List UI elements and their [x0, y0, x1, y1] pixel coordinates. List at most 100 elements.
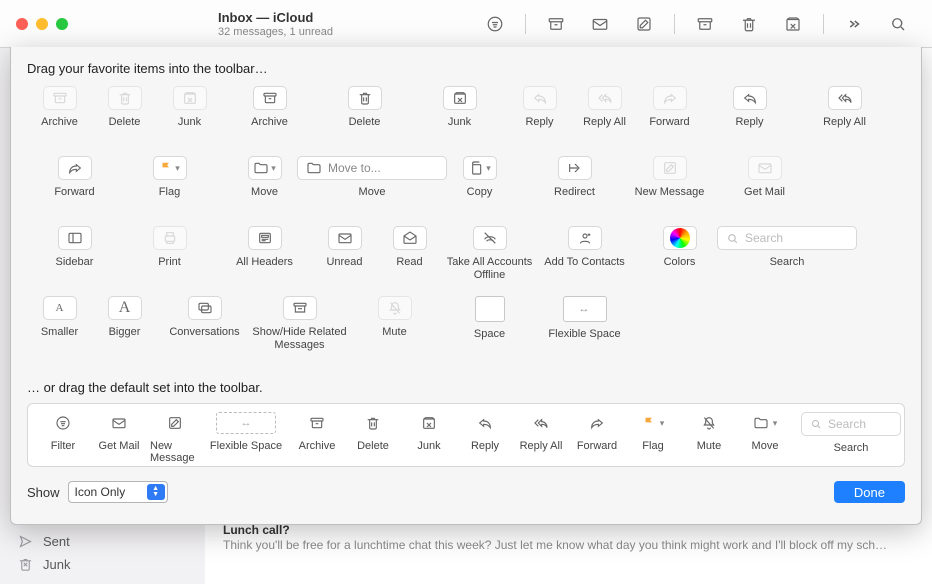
- toolbar-item-reply-all[interactable]: Reply All: [797, 86, 892, 129]
- close-button[interactable]: [16, 18, 28, 30]
- toolbar-item-read[interactable]: Read: [377, 226, 442, 269]
- item-label: Delete: [349, 116, 381, 129]
- toolbar-item-reply[interactable]: Reply: [702, 86, 797, 129]
- archive-icon[interactable]: [536, 12, 576, 36]
- sidebar-item-junk[interactable]: Junk: [0, 553, 205, 576]
- toolbar-item-smaller[interactable]: ASmaller: [27, 296, 92, 339]
- item-label: Reply All: [520, 440, 563, 452]
- show-label: Show: [27, 485, 60, 500]
- toolbar-item-archive[interactable]: Archive: [27, 86, 92, 129]
- default-item-reply-all[interactable]: Reply All: [516, 412, 566, 452]
- toolbar-item-all-headers[interactable]: All Headers: [217, 226, 312, 269]
- toolbar-item-sidebar[interactable]: Sidebar: [27, 226, 122, 269]
- mail-icon[interactable]: [580, 12, 620, 36]
- default-item-new-message[interactable]: New Message: [150, 412, 200, 464]
- junk-icon[interactable]: [773, 12, 813, 36]
- filter-icon[interactable]: [475, 12, 515, 36]
- toolbar-item-reply[interactable]: Reply: [507, 86, 572, 129]
- window-title: Inbox — iCloud: [218, 10, 313, 25]
- item-label: Search: [834, 442, 869, 454]
- toolbar-item-forward[interactable]: Forward: [27, 156, 122, 199]
- item-label: Flag: [159, 186, 180, 199]
- toolbar-item-junk[interactable]: Junk: [412, 86, 507, 129]
- item-label: Colors: [664, 256, 696, 269]
- toolbar-item-delete[interactable]: Delete: [92, 86, 157, 129]
- item-label: Forward: [54, 186, 94, 199]
- item-label: Reply: [525, 116, 553, 129]
- search-field[interactable]: Search: [717, 226, 857, 250]
- item-label: Space: [474, 328, 505, 341]
- item-label: Archive: [41, 116, 78, 129]
- item-label: Read: [396, 256, 422, 269]
- default-item-delete[interactable]: Delete: [348, 412, 398, 452]
- show-mode-select[interactable]: Icon Only ▲▼: [68, 481, 168, 503]
- item-label: Flag: [642, 440, 663, 452]
- minimize-button[interactable]: [36, 18, 48, 30]
- toolbar-item-move[interactable]: Move to...Move: [312, 156, 432, 199]
- toolbar-item-add-to-contacts[interactable]: Add To Contacts: [537, 226, 632, 269]
- default-item-forward[interactable]: Forward: [572, 412, 622, 452]
- toolbar-item-junk[interactable]: Junk: [157, 86, 222, 129]
- chevron-updown-icon: ▲▼: [147, 484, 165, 500]
- toolbar-item-copy[interactable]: ▾Copy: [432, 156, 527, 199]
- item-label: Reply: [471, 440, 499, 452]
- default-item-move[interactable]: ▾Move: [740, 412, 790, 452]
- sidebar-item-label: Sent: [43, 534, 70, 549]
- done-button[interactable]: Done: [834, 481, 905, 503]
- trash-icon[interactable]: [729, 12, 769, 36]
- flexible-space-icon: [216, 412, 276, 434]
- item-label: Conversations: [169, 326, 239, 339]
- item-label: Junk: [178, 116, 201, 129]
- search-icon[interactable]: [878, 12, 918, 36]
- archive2-icon[interactable]: [685, 12, 725, 36]
- default-item-archive[interactable]: Archive: [292, 412, 342, 452]
- default-item-get-mail[interactable]: Get Mail: [94, 412, 144, 452]
- instruction-text: Drag your favorite items into the toolba…: [27, 61, 905, 76]
- toolbar-item-print[interactable]: Print: [122, 226, 217, 269]
- toolbar-item-search[interactable]: SearchSearch: [727, 226, 847, 269]
- toolbar-item-archive[interactable]: Archive: [222, 86, 317, 129]
- item-label: Take All Accounts Offline: [442, 256, 537, 282]
- toolbar-item-space[interactable]: Space: [442, 296, 537, 341]
- toolbar-item-forward[interactable]: Forward: [637, 86, 702, 129]
- default-item-search[interactable]: Search Search: [796, 412, 906, 454]
- toolbar-item-colors[interactable]: Colors: [632, 226, 727, 269]
- item-label: Reply All: [583, 116, 626, 129]
- default-item-flexible-space[interactable]: Flexible Space: [206, 412, 286, 452]
- default-item-mute[interactable]: Mute: [684, 412, 734, 452]
- item-label: Delete: [357, 440, 389, 452]
- item-label: All Headers: [236, 256, 293, 269]
- item-label: Mute: [382, 326, 406, 339]
- default-item-filter[interactable]: Filter: [38, 412, 88, 452]
- zoom-button[interactable]: [56, 18, 68, 30]
- toolbar-item-new-message[interactable]: New Message: [622, 156, 717, 199]
- item-label: Print: [158, 256, 181, 269]
- toolbar-item-reply-all[interactable]: Reply All: [572, 86, 637, 129]
- item-label: Forward: [577, 440, 617, 452]
- item-label: Archive: [251, 116, 288, 129]
- item-label: Forward: [649, 116, 689, 129]
- sidebar-item-sent[interactable]: Sent: [0, 530, 205, 553]
- toolbar-item-get-mail[interactable]: Get Mail: [717, 156, 812, 199]
- move-to-field[interactable]: Move to...: [297, 156, 447, 180]
- toolbar-item-conversations[interactable]: Conversations: [157, 296, 252, 339]
- default-item-reply[interactable]: Reply: [460, 412, 510, 452]
- toolbar-item-bigger[interactable]: ABigger: [92, 296, 157, 339]
- compose-icon[interactable]: [624, 12, 664, 36]
- default-item-flag[interactable]: ▾Flag: [628, 412, 678, 452]
- default-item-junk[interactable]: Junk: [404, 412, 454, 452]
- toolbar-item-redirect[interactable]: Redirect: [527, 156, 622, 199]
- toolbar-item-take-all-accounts-offline[interactable]: Take All Accounts Offline: [442, 226, 537, 282]
- item-label: Add To Contacts: [544, 256, 625, 269]
- toolbar-item-flag[interactable]: ▾Flag: [122, 156, 217, 199]
- toolbar-item-flexible-space[interactable]: Flexible Space: [537, 296, 632, 341]
- toolbar-item-show-hide-related-messages[interactable]: Show/Hide Related Messages: [252, 296, 347, 352]
- toolbar-item-mute[interactable]: Mute: [347, 296, 442, 339]
- more-icon[interactable]: [834, 12, 874, 36]
- message-preview: Think you'll be free for a lunchtime cha…: [223, 537, 912, 553]
- default-toolbar-set[interactable]: FilterGet MailNew MessageFlexible SpaceA…: [27, 403, 905, 467]
- toolbar-item-delete[interactable]: Delete: [317, 86, 412, 129]
- toolbar-item-unread[interactable]: Unread: [312, 226, 377, 269]
- search-field[interactable]: Search: [801, 412, 901, 436]
- item-label: Sidebar: [56, 256, 94, 269]
